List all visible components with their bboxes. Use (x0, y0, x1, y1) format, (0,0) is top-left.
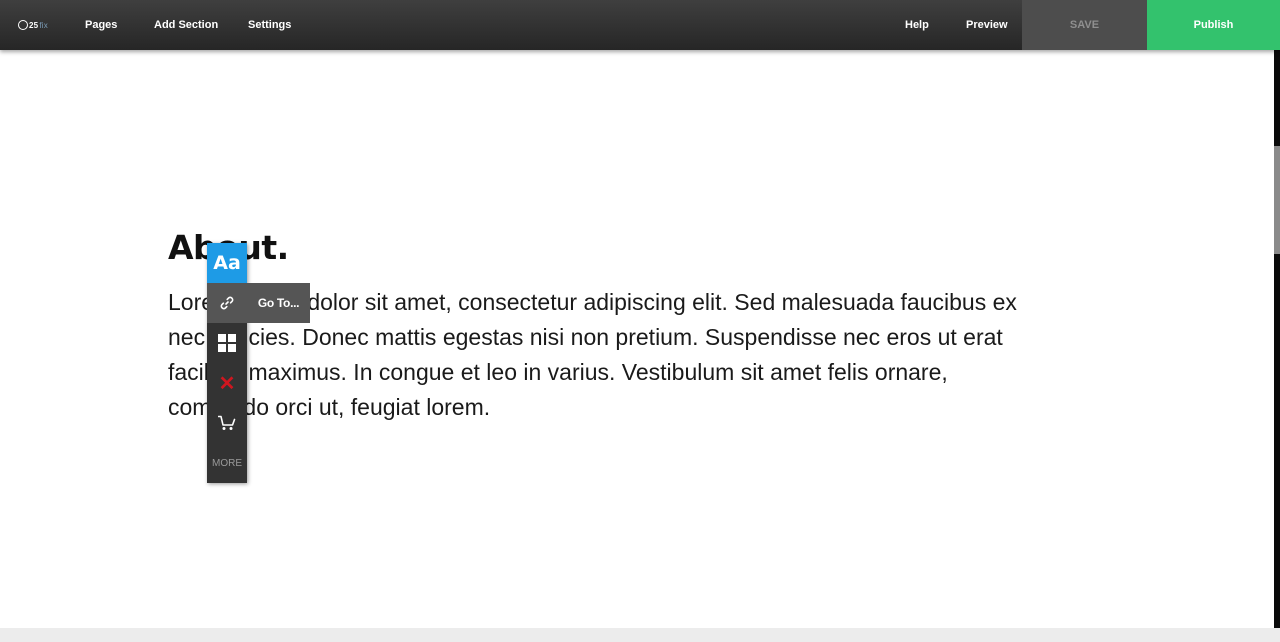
nav-settings[interactable]: Settings (248, 0, 291, 50)
publish-button[interactable]: Publish (1147, 0, 1280, 50)
top-toolbar: 25 fix Pages Add Section Settings Help P… (0, 0, 1280, 50)
delete-button[interactable]: ✕ (207, 363, 247, 403)
link-button[interactable] (207, 283, 247, 323)
scrollbar-thumb[interactable] (1274, 146, 1280, 254)
link-icon (220, 296, 234, 310)
layout-grid-icon (218, 334, 236, 352)
nav-pages[interactable]: Pages (85, 0, 117, 50)
nav-add-section[interactable]: Add Section (154, 0, 218, 50)
font-button[interactable]: Aa (207, 243, 247, 283)
nav-preview[interactable]: Preview (966, 0, 1008, 50)
cart-icon (218, 415, 236, 430)
more-button[interactable]: MORE (207, 443, 247, 483)
save-button[interactable]: SAVE (1022, 0, 1147, 50)
goto-tooltip[interactable]: Go To... (247, 283, 310, 323)
logo-text: 25 (29, 20, 39, 30)
font-icon: Aa (213, 252, 241, 274)
delete-icon: ✕ (218, 372, 236, 395)
app-logo[interactable]: 25 fix (18, 17, 48, 33)
footer-strip (0, 628, 1280, 642)
cart-button[interactable] (207, 403, 247, 443)
scrollbar-track[interactable] (1274, 50, 1280, 628)
edit-toolbar: Aa ✕ MORE (207, 243, 247, 483)
logo-mark-icon (18, 20, 28, 30)
logo-sub-text: fix (39, 20, 48, 30)
nav-help[interactable]: Help (905, 0, 929, 50)
layout-button[interactable] (207, 323, 247, 363)
